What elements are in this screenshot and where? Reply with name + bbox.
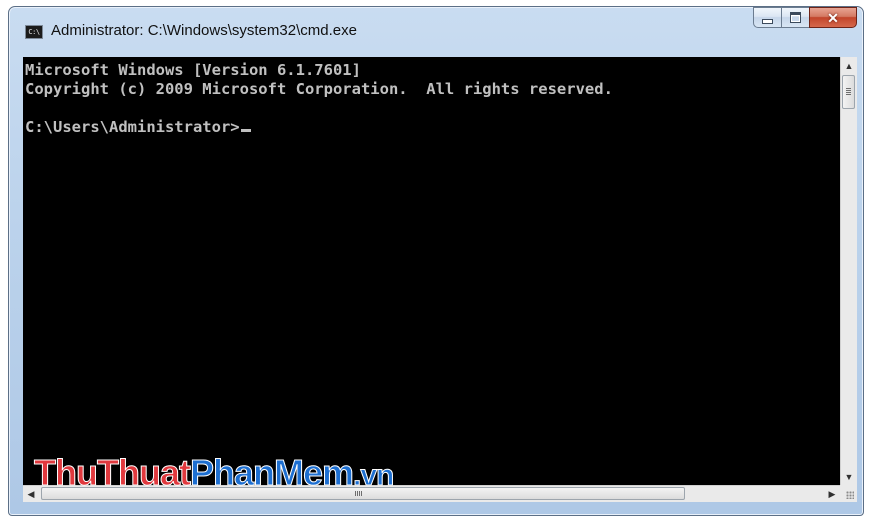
- text-cursor: [240, 129, 251, 132]
- scroll-down-button[interactable]: ▼: [841, 468, 857, 485]
- maximize-button[interactable]: [781, 7, 809, 28]
- window-title: Administrator: C:\Windows\system32\cmd.e…: [51, 22, 357, 39]
- up-arrow-icon: ▲: [844, 60, 854, 71]
- maximize-icon: [790, 12, 801, 23]
- vertical-scrollbar[interactable]: ▲ ▼: [840, 57, 857, 485]
- watermark-part-1: ThuThuat: [34, 452, 192, 494]
- watermark-logo: ThuThuatPhanMem.vn: [34, 452, 395, 494]
- resize-grip-icon[interactable]: [840, 485, 857, 502]
- minimize-icon: [762, 18, 773, 24]
- grip-icon: [846, 88, 851, 95]
- console-line: Copyright (c) 2009 Microsoft Corporation…: [25, 80, 613, 98]
- watermark-part-2: PhanMem: [189, 452, 354, 494]
- cmd-window: C:\ Administrator: C:\Windows\system32\c…: [8, 6, 864, 516]
- console-output[interactable]: Microsoft Windows [Version 6.1.7601] Cop…: [23, 57, 840, 485]
- scroll-right-button[interactable]: ▶: [824, 486, 840, 503]
- watermark-part-3: .vn: [352, 459, 394, 493]
- close-icon: ✕: [827, 9, 839, 26]
- cmd-icon[interactable]: C:\: [25, 25, 43, 39]
- vertical-scroll-thumb[interactable]: [842, 75, 855, 109]
- title-bar[interactable]: C:\ Administrator: C:\Windows\system32\c…: [9, 7, 863, 49]
- close-button[interactable]: ✕: [809, 7, 857, 28]
- right-arrow-icon: ▶: [828, 489, 836, 499]
- console-line: Microsoft Windows [Version 6.1.7601]: [25, 61, 361, 79]
- command-prompt-line[interactable]: C:\Users\Administrator>: [25, 118, 840, 137]
- scroll-up-button[interactable]: ▲: [841, 57, 857, 74]
- console-text: Microsoft Windows [Version 6.1.7601] Cop…: [23, 57, 840, 137]
- caption-buttons: ✕: [753, 7, 857, 29]
- down-arrow-icon: ▼: [844, 471, 854, 482]
- minimize-button[interactable]: [753, 7, 781, 28]
- prompt-path: C:\Users\Administrator>: [25, 118, 240, 136]
